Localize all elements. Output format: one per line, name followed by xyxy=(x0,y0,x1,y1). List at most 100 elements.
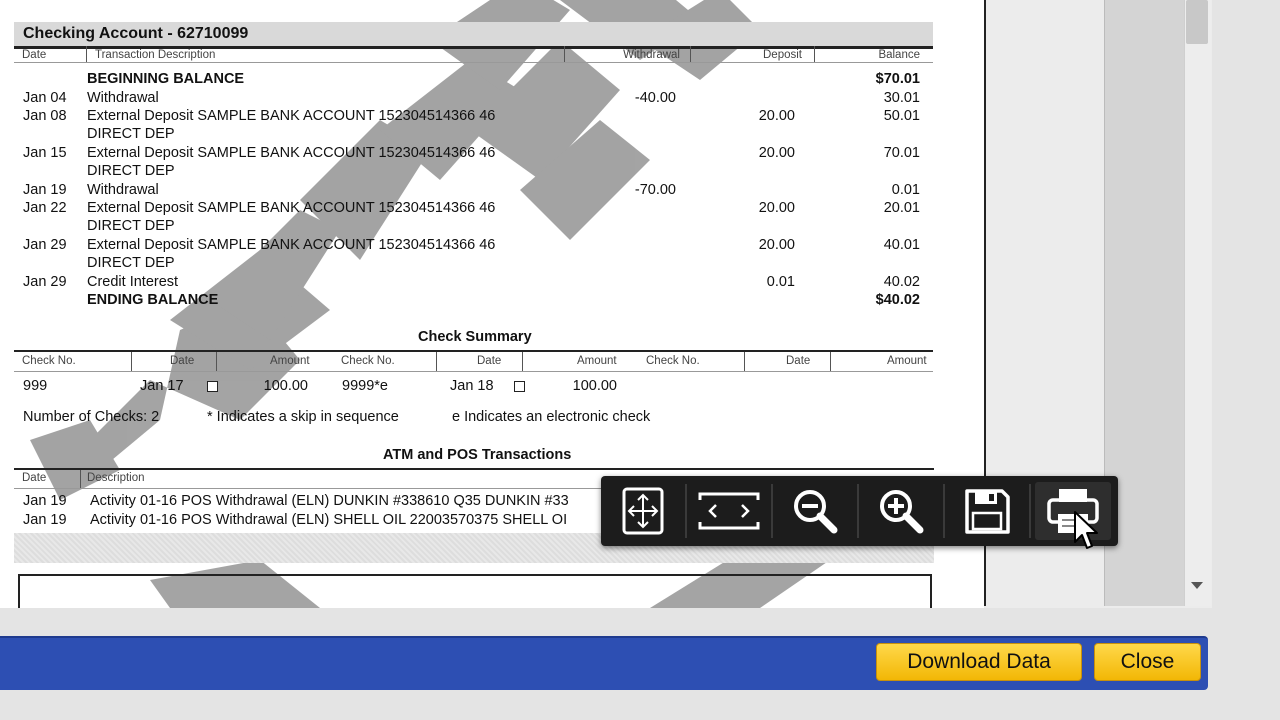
toolbar-separator xyxy=(1029,484,1031,538)
txn-balance: 40.02 xyxy=(883,274,920,290)
check-summary-title: Check Summary xyxy=(418,329,532,345)
skip-note: * Indicates a skip in sequence xyxy=(207,409,399,425)
zoom-in-icon xyxy=(880,490,924,534)
zoom-in-button[interactable] xyxy=(863,482,939,540)
col-divider xyxy=(814,46,815,62)
mouse-cursor-icon xyxy=(1074,511,1098,549)
check-col-header: Amount xyxy=(270,355,310,367)
check-number: 9999*e xyxy=(342,378,388,394)
col-divider xyxy=(830,352,831,371)
beginning-balance-label: BEGINNING BALANCE xyxy=(87,71,245,87)
check-col-header: Date xyxy=(477,355,502,367)
divider xyxy=(14,468,934,470)
beginning-balance-value: $70.01 xyxy=(875,71,920,87)
atm-date: Jan 19 xyxy=(23,512,67,528)
col-divider xyxy=(131,352,132,371)
divider xyxy=(14,350,933,352)
txn-description-line2: DIRECT DEP xyxy=(87,255,175,271)
txn-description-line2: DIRECT DEP xyxy=(87,218,175,234)
col-divider xyxy=(80,470,81,488)
electronic-check-note: e Indicates an electronic check xyxy=(452,409,651,425)
col-divider xyxy=(564,46,565,62)
txn-balance: 70.01 xyxy=(883,145,920,161)
ending-balance-value: $40.02 xyxy=(875,292,920,308)
txn-description: Withdrawal xyxy=(87,90,159,106)
check-amount: 100.00 xyxy=(572,378,617,394)
fit-width-button[interactable] xyxy=(691,482,767,540)
download-data-button[interactable]: Download Data xyxy=(876,643,1082,681)
txn-balance: 40.01 xyxy=(883,237,920,253)
fit-page-button[interactable] xyxy=(605,482,681,540)
txn-date: Jan 22 xyxy=(23,200,67,216)
zoom-out-button[interactable] xyxy=(777,482,853,540)
txn-date: Jan 08 xyxy=(23,108,67,124)
atm-col-date: Date xyxy=(22,472,47,484)
col-divider xyxy=(744,352,745,371)
txn-date: Jan 04 xyxy=(23,90,67,106)
txn-deposit: 20.00 xyxy=(758,145,795,161)
viewer-toolbar xyxy=(601,476,1118,546)
txn-deposit: 20.00 xyxy=(758,108,795,124)
col-deposit: Deposit xyxy=(763,49,802,61)
txn-deposit: 0.01 xyxy=(766,274,795,290)
check-amount: 100.00 xyxy=(263,378,308,394)
txn-balance: 0.01 xyxy=(891,182,920,198)
ending-balance-label: ENDING BALANCE xyxy=(87,292,219,308)
scrollbar-thumb[interactable] xyxy=(1186,0,1208,44)
toolbar-separator xyxy=(685,484,687,538)
check-date: Jan 18 xyxy=(450,378,494,394)
vertical-scrollbar[interactable] xyxy=(1184,0,1211,606)
check-col-header: Check No. xyxy=(646,355,700,367)
check-number: 999 xyxy=(23,378,48,394)
txn-description: Credit Interest xyxy=(87,274,179,290)
next-page-frame xyxy=(18,574,932,608)
check-col-header: Date xyxy=(786,355,811,367)
txn-description: External Deposit SAMPLE BANK ACCOUNT 152… xyxy=(87,108,496,124)
scroll-down-arrow-icon[interactable] xyxy=(1191,582,1203,589)
atm-date: Jan 19 xyxy=(23,493,67,509)
check-col-header: Check No. xyxy=(22,355,76,367)
col-description: Transaction Description xyxy=(95,49,216,61)
txn-deposit: 20.00 xyxy=(758,200,795,216)
atm-col-description: Description xyxy=(87,472,145,484)
col-divider xyxy=(436,352,437,371)
txn-date: Jan 19 xyxy=(23,182,67,198)
txn-date: Jan 29 xyxy=(23,274,67,290)
account-title: Checking Account - 62710099 xyxy=(23,25,249,42)
save-button[interactable] xyxy=(949,482,1025,540)
close-button[interactable]: Close xyxy=(1094,643,1201,681)
col-divider xyxy=(216,352,217,371)
txn-balance: 50.01 xyxy=(883,108,920,124)
txn-description-line2: DIRECT DEP xyxy=(87,126,175,142)
atm-description: Activity 01-16 POS Withdrawal (ELN) DUNK… xyxy=(90,493,569,509)
checks-count-note: Number of Checks: 2 xyxy=(23,409,160,425)
floppy-disk-icon xyxy=(965,489,1010,534)
col-withdrawal: Withdrawal xyxy=(623,49,680,61)
check-image-checkbox[interactable] xyxy=(207,381,218,392)
col-balance: Balance xyxy=(878,49,920,61)
col-date: Date xyxy=(22,49,47,61)
check-col-header: Amount xyxy=(887,355,927,367)
check-col-header: Amount xyxy=(577,355,617,367)
txn-description: External Deposit SAMPLE BANK ACCOUNT 152… xyxy=(87,145,496,161)
atm-pos-title: ATM and POS Transactions xyxy=(383,447,572,463)
fit-page-icon xyxy=(622,487,664,535)
fit-width-icon xyxy=(698,492,760,530)
check-image-checkbox[interactable] xyxy=(514,381,525,392)
toolbar-separator xyxy=(857,484,859,538)
toolbar-separator xyxy=(943,484,945,538)
divider xyxy=(14,371,933,372)
txn-withdrawal: -70.00 xyxy=(634,182,676,198)
txn-date: Jan 29 xyxy=(23,237,67,253)
col-divider xyxy=(690,46,691,62)
txn-balance: 30.01 xyxy=(883,90,920,106)
check-col-header: Check No. xyxy=(341,355,395,367)
txn-description: External Deposit SAMPLE BANK ACCOUNT 152… xyxy=(87,200,496,216)
txn-description: External Deposit SAMPLE BANK ACCOUNT 152… xyxy=(87,237,496,253)
atm-description: Activity 01-16 POS Withdrawal (ELN) SHEL… xyxy=(90,512,568,528)
txn-balance: 20.01 xyxy=(883,200,920,216)
col-divider xyxy=(86,46,87,62)
check-date: Jan 17 xyxy=(140,378,184,394)
txn-description: Withdrawal xyxy=(87,182,159,198)
txn-description-line2: DIRECT DEP xyxy=(87,163,175,179)
